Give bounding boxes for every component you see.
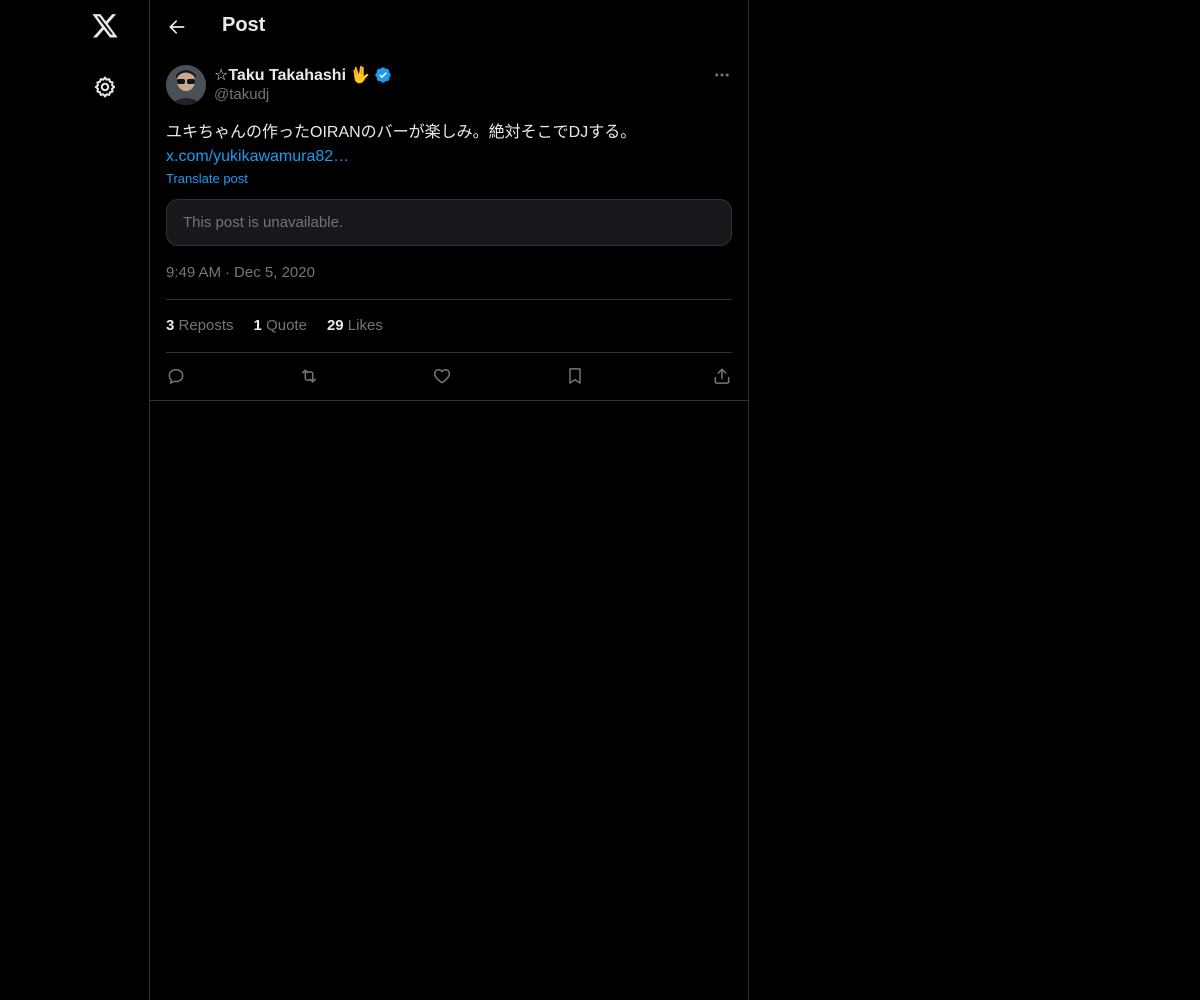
timestamp-separator: · [225, 264, 231, 281]
reposts-count: 3 [166, 317, 175, 334]
likes-label: Likes [347, 317, 383, 334]
divider [166, 352, 732, 353]
heart-icon [433, 369, 451, 384]
post: ☆Taku Takahashi 🖖 @takudj ユキちゃんの作ったOIRAN… [150, 53, 748, 401]
post-body: ユキちゃんの作ったOIRANのバーが楽しみ。絶対そこでDJする。 [166, 124, 637, 141]
post-actions [166, 364, 732, 388]
divider [166, 299, 732, 300]
verified-badge-icon[interactable] [374, 66, 392, 84]
more-horizontal-icon [715, 73, 729, 77]
arrow-left-icon [169, 20, 185, 34]
reposts-stat[interactable]: 3 Reposts [166, 317, 234, 334]
reposts-label: Reposts [178, 317, 234, 334]
post-text: ユキちゃんの作ったOIRANのバーが楽しみ。絶対そこでDJする。 x.com/y… [166, 121, 732, 169]
back-button[interactable] [160, 10, 194, 44]
share-icon [714, 368, 730, 384]
author-block: ☆Taku Takahashi 🖖 @takudj [214, 65, 392, 103]
author-emoji: 🖖 [350, 67, 370, 84]
post-time[interactable]: 9:49 AM [166, 264, 221, 281]
bookmark-button[interactable] [565, 364, 599, 388]
avatar[interactable] [166, 65, 206, 105]
repost-button[interactable] [299, 364, 333, 388]
unavailable-text: This post is unavailable. [183, 214, 344, 231]
share-button[interactable] [698, 364, 732, 388]
likes-count: 29 [326, 317, 344, 334]
like-button[interactable] [432, 364, 466, 388]
post-date[interactable]: Dec 5, 2020 [234, 264, 315, 281]
more-button[interactable] [712, 65, 732, 85]
author-handle[interactable]: @takudj [214, 86, 392, 103]
page-title: Post [222, 14, 266, 36]
x-logo-icon[interactable] [85, 7, 125, 47]
translate-post-link[interactable]: Translate post [166, 171, 248, 186]
repost-icon [302, 369, 316, 383]
quotes-label: Quote [266, 317, 307, 334]
likes-stat[interactable]: 29 Likes [327, 317, 383, 334]
reply-button[interactable] [166, 364, 200, 388]
main-column: Post ☆Taku Takahashi 🖖 @takudj ユキちゃんの作った… [149, 0, 749, 1000]
post-stats: 3 Reposts 1 Quote 29 Likes [166, 317, 383, 334]
reply-icon [168, 369, 184, 384]
unavailable-quote-card: This post is unavailable. [166, 199, 732, 246]
post-link[interactable]: x.com/yukikawamura82… [166, 145, 732, 169]
page-header: Post [150, 0, 748, 53]
bookmark-icon [569, 368, 581, 384]
post-timestamp: 9:49 AM · Dec 5, 2020 [166, 264, 315, 281]
author-display-name[interactable]: ☆Taku Takahashi [214, 65, 346, 85]
quotes-stat[interactable]: 1 Quote [254, 317, 307, 334]
left-nav [0, 0, 150, 1000]
gear-icon[interactable] [85, 67, 125, 107]
quotes-count: 1 [253, 317, 262, 334]
